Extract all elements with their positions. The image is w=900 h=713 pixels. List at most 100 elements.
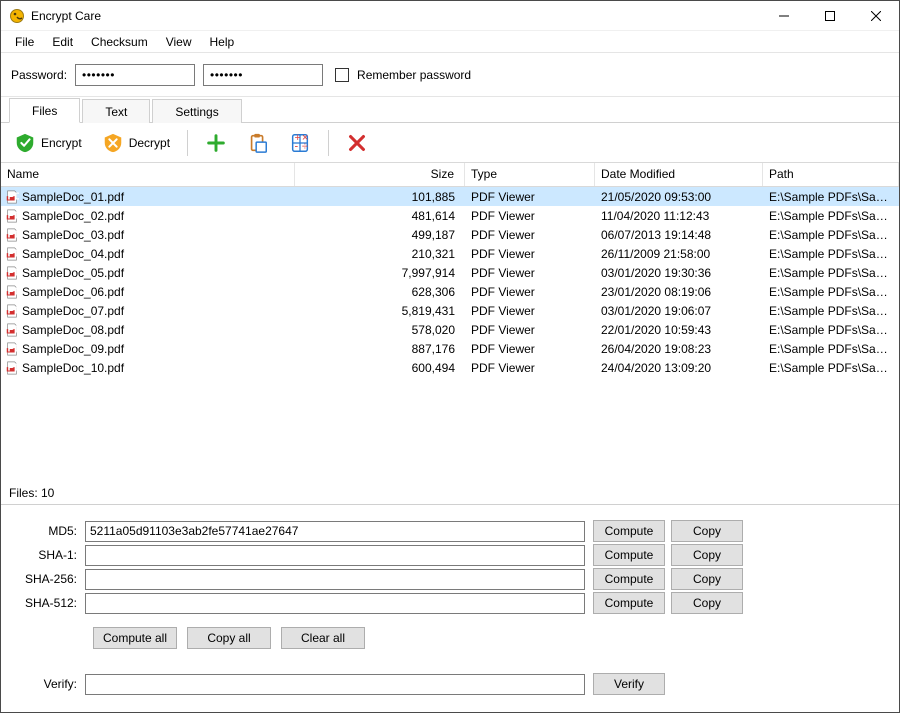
verify-input[interactable]	[85, 674, 585, 695]
file-type: PDF Viewer	[465, 323, 595, 337]
paste-button[interactable]	[240, 127, 276, 159]
file-size: 481,614	[295, 209, 465, 223]
tab-text[interactable]: Text	[82, 99, 150, 123]
svg-text:PDF: PDF	[7, 361, 19, 373]
col-header-name[interactable]: Name	[1, 163, 295, 186]
file-name: SampleDoc_06.pdf	[22, 285, 124, 299]
titlebar: Encrypt Care	[1, 1, 899, 31]
table-row[interactable]: PDFSampleDoc_01.pdf101,885PDF Viewer21/0…	[1, 187, 899, 206]
md5-label: MD5:	[13, 524, 85, 538]
file-name: SampleDoc_08.pdf	[22, 323, 124, 337]
svg-text:PDF: PDF	[7, 285, 19, 297]
svg-text:PDF: PDF	[7, 190, 19, 202]
menu-edit[interactable]: Edit	[44, 33, 81, 51]
file-path: E:\Sample PDFs\Sam...	[763, 285, 899, 299]
file-size: 600,494	[295, 361, 465, 375]
pdf-icon: PDF	[5, 209, 19, 223]
table-row[interactable]: PDFSampleDoc_04.pdf210,321PDF Viewer26/1…	[1, 244, 899, 263]
calculate-button[interactable]: +×-÷	[282, 127, 318, 159]
tab-settings[interactable]: Settings	[152, 99, 241, 123]
file-size: 578,020	[295, 323, 465, 337]
file-date: 06/07/2013 19:14:48	[595, 228, 763, 242]
decrypt-label: Decrypt	[129, 136, 170, 150]
file-name: SampleDoc_04.pdf	[22, 247, 124, 261]
plus-icon	[205, 132, 227, 154]
table-row[interactable]: PDFSampleDoc_03.pdf499,187PDF Viewer06/0…	[1, 225, 899, 244]
file-path: E:\Sample PDFs\Sam...	[763, 247, 899, 261]
pdf-icon: PDF	[5, 228, 19, 242]
col-header-path[interactable]: Path	[763, 163, 899, 186]
tab-files[interactable]: Files	[9, 98, 80, 123]
file-size: 887,176	[295, 342, 465, 356]
delete-button[interactable]	[339, 127, 375, 159]
copy-all-button[interactable]: Copy all	[187, 627, 271, 649]
x-icon	[346, 132, 368, 154]
sha1-input[interactable]	[85, 545, 585, 566]
minimize-button[interactable]	[761, 1, 807, 30]
menu-help[interactable]: Help	[202, 33, 243, 51]
file-date: 03/01/2020 19:30:36	[595, 266, 763, 280]
sha256-input[interactable]	[85, 569, 585, 590]
sha512-copy-button[interactable]: Copy	[671, 592, 743, 614]
md5-input[interactable]	[85, 521, 585, 542]
app-icon	[9, 8, 25, 24]
sha256-compute-button[interactable]: Compute	[593, 568, 665, 590]
status-bar: Files: 10	[1, 482, 899, 504]
menu-view[interactable]: View	[158, 33, 200, 51]
verify-button[interactable]: Verify	[593, 673, 665, 695]
sha256-label: SHA-256:	[13, 572, 85, 586]
password-input-2[interactable]	[203, 64, 323, 86]
encrypt-button[interactable]: Encrypt	[7, 127, 89, 159]
col-header-date[interactable]: Date Modified	[595, 163, 763, 186]
file-path: E:\Sample PDFs\Sam...	[763, 190, 899, 204]
sha256-copy-button[interactable]: Copy	[671, 568, 743, 590]
md5-compute-button[interactable]: Compute	[593, 520, 665, 542]
sha1-copy-button[interactable]: Copy	[671, 544, 743, 566]
col-header-type[interactable]: Type	[465, 163, 595, 186]
svg-text:PDF: PDF	[7, 228, 19, 240]
file-type: PDF Viewer	[465, 342, 595, 356]
compute-all-button[interactable]: Compute all	[93, 627, 177, 649]
file-name: SampleDoc_01.pdf	[22, 190, 124, 204]
pdf-icon: PDF	[5, 342, 19, 356]
password-input-1[interactable]	[75, 64, 195, 86]
svg-text:PDF: PDF	[7, 209, 19, 221]
file-name: SampleDoc_05.pdf	[22, 266, 124, 280]
file-name: SampleDoc_02.pdf	[22, 209, 124, 223]
table-row[interactable]: PDFSampleDoc_02.pdf481,614PDF Viewer11/0…	[1, 206, 899, 225]
file-date: 26/04/2020 19:08:23	[595, 342, 763, 356]
clear-all-button[interactable]: Clear all	[281, 627, 365, 649]
table-row[interactable]: PDFSampleDoc_08.pdf578,020PDF Viewer22/0…	[1, 320, 899, 339]
menu-file[interactable]: File	[7, 33, 42, 51]
col-header-size[interactable]: Size	[295, 163, 465, 186]
svg-text:-: -	[295, 140, 299, 152]
calculator-icon: +×-÷	[289, 132, 311, 154]
table-row[interactable]: PDFSampleDoc_09.pdf887,176PDF Viewer26/0…	[1, 339, 899, 358]
file-date: 22/01/2020 10:59:43	[595, 323, 763, 337]
file-path: E:\Sample PDFs\Sam...	[763, 209, 899, 223]
sha1-compute-button[interactable]: Compute	[593, 544, 665, 566]
table-header: Name Size Type Date Modified Path	[1, 163, 899, 187]
maximize-button[interactable]	[807, 1, 853, 30]
file-path: E:\Sample PDFs\Sam...	[763, 342, 899, 356]
remember-password-checkbox[interactable]	[335, 68, 349, 82]
sha512-input[interactable]	[85, 593, 585, 614]
file-count: Files: 10	[9, 486, 54, 500]
table-row[interactable]: PDFSampleDoc_06.pdf628,306PDF Viewer23/0…	[1, 282, 899, 301]
add-button[interactable]	[198, 127, 234, 159]
file-path: E:\Sample PDFs\Sam...	[763, 361, 899, 375]
file-path: E:\Sample PDFs\Sam...	[763, 266, 899, 280]
file-type: PDF Viewer	[465, 209, 595, 223]
table-row[interactable]: PDFSampleDoc_10.pdf600,494PDF Viewer24/0…	[1, 358, 899, 377]
md5-copy-button[interactable]: Copy	[671, 520, 743, 542]
sha1-label: SHA-1:	[13, 548, 85, 562]
decrypt-button[interactable]: Decrypt	[95, 127, 177, 159]
table-row[interactable]: PDFSampleDoc_05.pdf7,997,914PDF Viewer03…	[1, 263, 899, 282]
table-row[interactable]: PDFSampleDoc_07.pdf5,819,431PDF Viewer03…	[1, 301, 899, 320]
close-button[interactable]	[853, 1, 899, 30]
toolbar-separator-2	[328, 130, 329, 156]
file-type: PDF Viewer	[465, 304, 595, 318]
menu-checksum[interactable]: Checksum	[83, 33, 156, 51]
file-name: SampleDoc_07.pdf	[22, 304, 124, 318]
sha512-compute-button[interactable]: Compute	[593, 592, 665, 614]
